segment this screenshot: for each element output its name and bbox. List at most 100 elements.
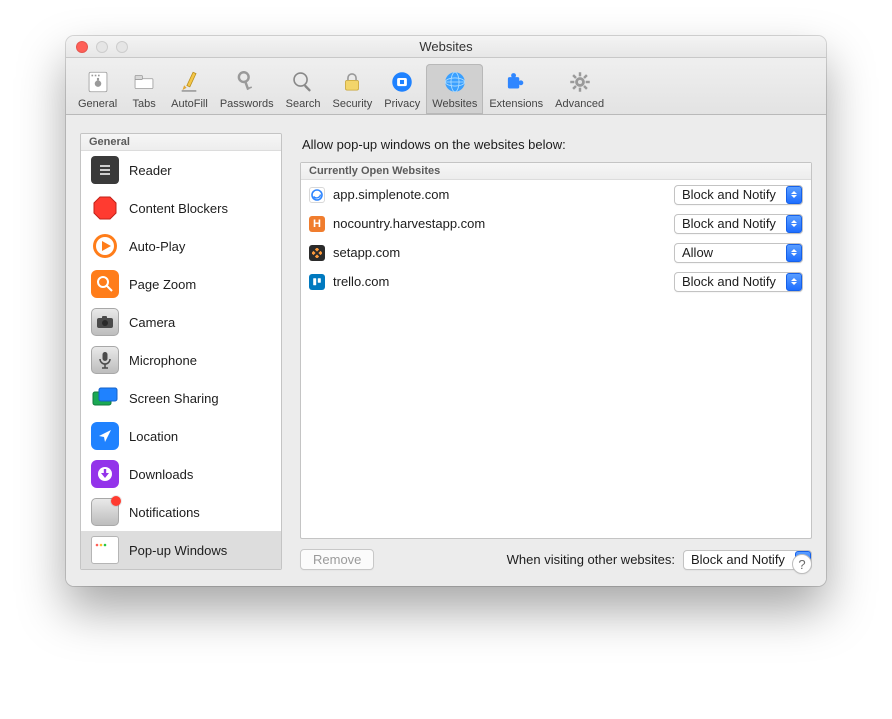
toolbar-privacy[interactable]: Privacy <box>378 64 426 114</box>
autofill-icon <box>174 68 204 96</box>
site-domain: setapp.com <box>333 245 666 260</box>
sidebar-item-downloads[interactable]: Downloads <box>81 455 281 493</box>
site-setting-select[interactable]: Block and Notify <box>674 214 803 234</box>
minimize-button[interactable] <box>96 41 108 53</box>
site-row[interactable]: setapp.com Allow <box>301 238 811 267</box>
microphone-icon <box>91 346 119 374</box>
default-setting-group: When visiting other websites: Block and … <box>507 550 812 570</box>
play-icon <box>91 232 119 260</box>
chevron-updown-icon <box>786 273 802 291</box>
downloads-icon <box>91 460 119 488</box>
sidebar-item-label: Location <box>129 429 178 444</box>
close-button[interactable] <box>76 41 88 53</box>
toolbar-advanced[interactable]: Advanced <box>549 64 610 114</box>
harvest-icon: H <box>309 216 325 232</box>
site-setting-select[interactable]: Allow <box>674 243 803 263</box>
toolbar-websites[interactable]: Websites <box>426 64 483 114</box>
toolbar-extensions[interactable]: Extensions <box>483 64 549 114</box>
sidebar-item-label: Camera <box>129 315 175 330</box>
sidebar-item-content-blockers[interactable]: Content Blockers <box>81 189 281 227</box>
sidebar-item-label: Reader <box>129 163 172 178</box>
toolbar-label: Security <box>332 98 372 110</box>
category-sidebar: General Reader Content Blockers <box>80 133 282 570</box>
location-icon <box>91 422 119 450</box>
screen-sharing-icon <box>91 384 119 412</box>
toolbar-autofill[interactable]: AutoFill <box>165 64 214 114</box>
sidebar-item-label: Auto-Play <box>129 239 185 254</box>
toolbar-label: AutoFill <box>171 98 208 110</box>
sidebar-item-location[interactable]: Location <box>81 417 281 455</box>
select-value: Block and Notify <box>691 552 791 567</box>
default-setting-label: When visiting other websites: <box>507 552 675 567</box>
select-value: Block and Notify <box>682 274 782 289</box>
window-title: Websites <box>66 39 826 54</box>
toolbar-general[interactable]: General <box>72 64 123 114</box>
sidebar-item-label: Page Zoom <box>129 277 196 292</box>
sidebar-item-label: Content Blockers <box>129 201 228 216</box>
help-button[interactable]: ? <box>792 554 812 574</box>
sidebar-item-label: Screen Sharing <box>129 391 219 406</box>
site-setting-select[interactable]: Block and Notify <box>674 272 803 292</box>
extensions-icon <box>501 68 531 96</box>
sidebar-item-label: Pop-up Windows <box>129 543 227 558</box>
sidebar-item-popup-windows[interactable]: Pop-up Windows <box>81 531 281 569</box>
reader-icon <box>91 156 119 184</box>
sites-list: Currently Open Websites app.simplenote.c… <box>300 162 812 539</box>
notification-badge-icon <box>111 496 121 506</box>
sidebar-item-label: Microphone <box>129 353 197 368</box>
site-row[interactable]: H nocountry.harvestapp.com Block and Not… <box>301 209 811 238</box>
site-domain: trello.com <box>333 274 666 289</box>
toolbar-label: Extensions <box>489 98 543 110</box>
select-value: Block and Notify <box>682 216 782 231</box>
sidebar-item-label: Notifications <box>129 505 200 520</box>
chevron-updown-icon <box>786 244 802 262</box>
globe-icon <box>440 68 470 96</box>
trello-icon <box>309 274 325 290</box>
search-icon <box>288 68 318 96</box>
site-setting-select[interactable]: Block and Notify <box>674 185 803 205</box>
toolbar-label: Search <box>286 98 321 110</box>
sidebar-item-reader[interactable]: Reader <box>81 151 281 189</box>
zoom-icon <box>91 270 119 298</box>
sidebar-list: Reader Content Blockers Auto-Play <box>81 151 281 569</box>
toolbar-search[interactable]: Search <box>280 64 327 114</box>
select-value: Allow <box>682 245 782 260</box>
site-domain: app.simplenote.com <box>333 187 666 202</box>
toolbar-security[interactable]: Security <box>326 64 378 114</box>
privacy-icon <box>387 68 417 96</box>
preferences-window: Websites General Tabs <box>66 36 826 586</box>
tabs-icon <box>129 68 159 96</box>
toolbar-label: Privacy <box>384 98 420 110</box>
panel-title: Allow pop-up windows on the websites bel… <box>302 137 812 152</box>
sidebar-item-camera[interactable]: Camera <box>81 303 281 341</box>
setapp-icon <box>309 245 325 261</box>
sidebar-item-screen-sharing[interactable]: Screen Sharing <box>81 379 281 417</box>
prefs-toolbar: General Tabs AutoFill <box>66 58 826 115</box>
toolbar-label: Advanced <box>555 98 604 110</box>
remove-button[interactable]: Remove <box>300 549 374 570</box>
toolbar-label: General <box>78 98 117 110</box>
toolbar-label: Tabs <box>133 98 156 110</box>
toolbar-tabs[interactable]: Tabs <box>123 64 165 114</box>
sidebar-item-notifications[interactable]: Notifications <box>81 493 281 531</box>
key-icon <box>232 68 262 96</box>
stop-icon <box>91 194 119 222</box>
site-row[interactable]: trello.com Block and Notify <box>301 267 811 296</box>
sidebar-item-page-zoom[interactable]: Page Zoom <box>81 265 281 303</box>
sidebar-header: General <box>81 134 281 151</box>
zoom-button[interactable] <box>116 41 128 53</box>
sidebar-item-auto-play[interactable]: Auto-Play <box>81 227 281 265</box>
window-controls <box>66 41 128 53</box>
gear-icon <box>565 68 595 96</box>
toolbar-label: Passwords <box>220 98 274 110</box>
content-area: General Reader Content Blockers <box>66 115 826 586</box>
sidebar-item-microphone[interactable]: Microphone <box>81 341 281 379</box>
site-row[interactable]: app.simplenote.com Block and Notify <box>301 180 811 209</box>
toolbar-passwords[interactable]: Passwords <box>214 64 280 114</box>
toolbar-label: Websites <box>432 98 477 110</box>
main-panel: Allow pop-up windows on the websites bel… <box>300 133 812 570</box>
chevron-updown-icon <box>786 215 802 233</box>
simplenote-icon <box>309 187 325 203</box>
general-icon <box>83 68 113 96</box>
site-domain: nocountry.harvestapp.com <box>333 216 666 231</box>
